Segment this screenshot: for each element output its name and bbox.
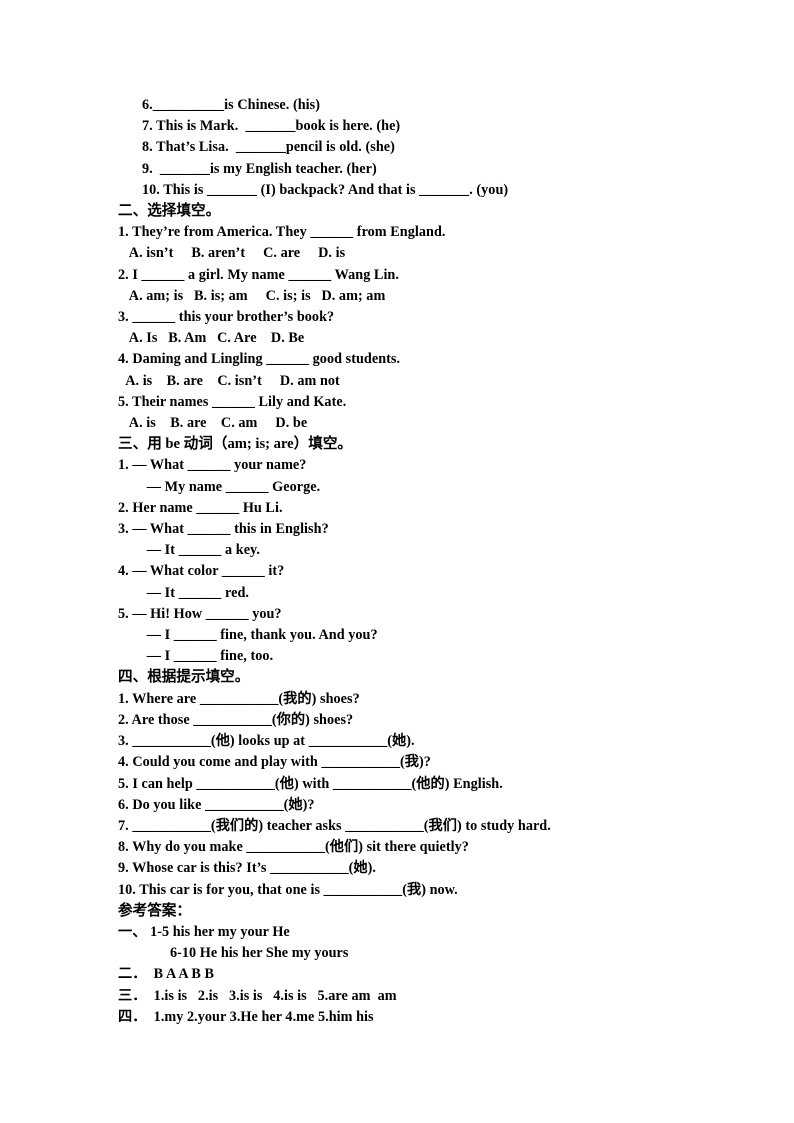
section-three-item: 2. Her name ______ Hu Li. bbox=[118, 499, 283, 516]
answer-key-heading: 参考答案： bbox=[118, 902, 191, 919]
section-two-item-stem: 2. I ______ a girl. My name ______ Wang … bbox=[118, 266, 399, 283]
answer-key-line: 6-10 He his her She my yours bbox=[152, 945, 349, 962]
section-four-item: 8. Why do you make ___________(他们) sit t… bbox=[118, 839, 469, 856]
section-three-item: — My name ______ George. bbox=[136, 478, 321, 495]
answer-key-line: 四． 1.my 2.your 3.He her 4.me 5.him his bbox=[118, 1008, 374, 1025]
section-two-item-options: A. Is B. Am C. Are D. Be bbox=[118, 330, 305, 347]
section-three-item: — I ______ fine, thank you. And you? bbox=[136, 627, 378, 644]
section-three-item: — It ______ a key. bbox=[136, 542, 261, 559]
section-one-item: 6.__________is Chinese. (his) bbox=[142, 97, 321, 113]
answer-key-line: 三． 1.is is 2.is 3.is is 4.is is 5.are am… bbox=[118, 987, 397, 1004]
section-two-item-stem: 4. Daming and Lingling ______ good stude… bbox=[118, 351, 401, 368]
section-four-item: 5. I can help ___________(他) with ______… bbox=[118, 775, 503, 792]
section-four-heading: 四、根据提示填空。 bbox=[118, 669, 250, 686]
section-three-item: — It ______ red. bbox=[136, 584, 250, 601]
answer-key: 参考答案： 一、 1-5 his her my your He 6-10 He … bbox=[118, 901, 738, 1028]
section-four-item: 2. Are those ___________(你的) shoes? bbox=[118, 711, 354, 728]
section-two: 二、选择填空。 1. They’re from America. They __… bbox=[118, 201, 738, 434]
section-two-item-stem: 5. Their names ______ Lily and Kate. bbox=[118, 393, 347, 410]
section-one-item: 8. That’s Lisa. _______pencil is old. (s… bbox=[142, 139, 395, 156]
section-one-item: 7. This is Mark. _______book is here. (h… bbox=[142, 118, 401, 135]
section-two-item-options: A. is B. are C. isn’t D. am not bbox=[118, 372, 340, 389]
section-one-item: 10. This is _______ (I) backpack? And th… bbox=[142, 181, 509, 198]
section-two-heading: 二、选择填空。 bbox=[118, 203, 221, 220]
section-four-item: 6. Do you like ___________(她)? bbox=[118, 796, 315, 813]
section-three-item: — I ______ fine, too. bbox=[136, 648, 274, 665]
section-four-item: 7. ___________(我们的) teacher asks _______… bbox=[118, 817, 551, 834]
section-three-heading: 三、用 be 动词（am; is; are）填空。 bbox=[118, 436, 353, 453]
section-two-item-stem: 1. They’re from America. They ______ fro… bbox=[118, 224, 446, 241]
section-four-item: 4. Could you come and play with ________… bbox=[118, 754, 431, 771]
answer-key-line: 二． B A A B B bbox=[118, 966, 215, 983]
section-three-item: 4. — What color ______ it? bbox=[118, 563, 285, 580]
section-three-item: 1. — What ______ your name? bbox=[118, 457, 307, 474]
section-four-item: 9. Whose car is this? It’s ___________(她… bbox=[118, 860, 377, 877]
document-content: 6.__________is Chinese. (his) 7. This is… bbox=[118, 95, 738, 1028]
section-four-item: 1. Where are ___________(我的) shoes? bbox=[118, 690, 360, 707]
section-one-items: 6.__________is Chinese. (his) 7. This is… bbox=[118, 95, 738, 201]
section-four-item: 10. This car is for you, that one is ___… bbox=[118, 881, 458, 898]
section-four: 四、根据提示填空。 1. Where are ___________(我的) s… bbox=[118, 667, 738, 900]
section-three-item: 5. — Hi! How ______ you? bbox=[118, 605, 282, 622]
section-one-item: 9. _______is my English teacher. (her) bbox=[142, 160, 377, 177]
answer-key-line: 一、 1-5 his her my your He bbox=[118, 923, 290, 940]
section-two-item-options: A. am; is B. is; am C. is; is D. am; am bbox=[118, 287, 386, 304]
section-three-item: 3. — What ______ this in English? bbox=[118, 521, 329, 538]
section-two-item-stem: 3. ______ this your brother’s book? bbox=[118, 309, 335, 326]
section-three: 三、用 be 动词（am; is; are）填空。 1. — What ____… bbox=[118, 434, 738, 667]
section-four-item: 3. ___________(他) looks up at __________… bbox=[118, 733, 415, 750]
section-two-item-options: A. is B. are C. am D. be bbox=[118, 415, 308, 432]
document-page: 6.__________is Chinese. (his) 7. This is… bbox=[0, 0, 794, 1123]
section-two-item-options: A. isn’t B. aren’t C. are D. is bbox=[118, 245, 346, 262]
